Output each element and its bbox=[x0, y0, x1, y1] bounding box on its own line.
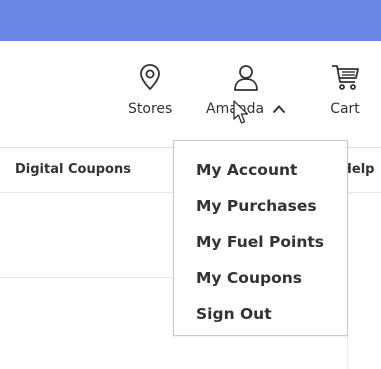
content-vertical-divider bbox=[347, 336, 348, 369]
menu-item-my-coupons[interactable]: My Coupons bbox=[174, 260, 347, 296]
menu-item-sign-out[interactable]: Sign Out bbox=[174, 296, 347, 332]
top-banner bbox=[0, 0, 381, 41]
stores-label: Stores bbox=[128, 101, 173, 117]
header-actions: Stores Amanda Cart bbox=[0, 62, 381, 132]
location-pin-icon bbox=[140, 64, 161, 91]
cart-button[interactable]: Cart bbox=[330, 62, 360, 117]
stores-button[interactable]: Stores bbox=[128, 62, 172, 117]
mouse-cursor-icon bbox=[233, 100, 249, 124]
user-icon bbox=[234, 65, 258, 91]
menu-item-my-purchases[interactable]: My Purchases bbox=[174, 188, 347, 224]
account-dropdown-menu: My Account My Purchases My Fuel Points M… bbox=[173, 140, 348, 336]
account-menu-list: My Account My Purchases My Fuel Points M… bbox=[174, 141, 347, 332]
cart-icon bbox=[332, 65, 359, 90]
content-divider bbox=[0, 277, 172, 278]
cart-label: Cart bbox=[330, 101, 360, 117]
menu-item-my-account[interactable]: My Account bbox=[174, 152, 347, 188]
chevron-up-icon[interactable] bbox=[272, 104, 286, 114]
nav-digital-coupons[interactable]: Digital Coupons bbox=[15, 162, 131, 177]
menu-item-my-fuel-points[interactable]: My Fuel Points bbox=[174, 224, 347, 260]
